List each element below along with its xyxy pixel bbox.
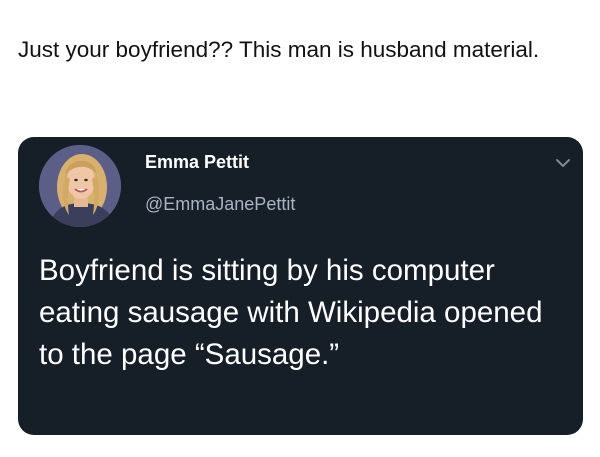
avatar[interactable]	[39, 145, 121, 227]
chevron-down-icon[interactable]	[551, 151, 575, 175]
user-handle[interactable]: @EmmaJanePettit	[145, 193, 295, 215]
post-caption: Just your boyfriend?? This man is husban…	[18, 37, 540, 62]
tweet-text: Boyfriend is sitting by his computer eat…	[39, 254, 543, 371]
tweet-card[interactable]: Emma Pettit @EmmaJanePettit Boyfriend is…	[18, 137, 583, 435]
display-name[interactable]: Emma Pettit	[145, 151, 249, 173]
profile-photo-icon	[39, 145, 121, 227]
